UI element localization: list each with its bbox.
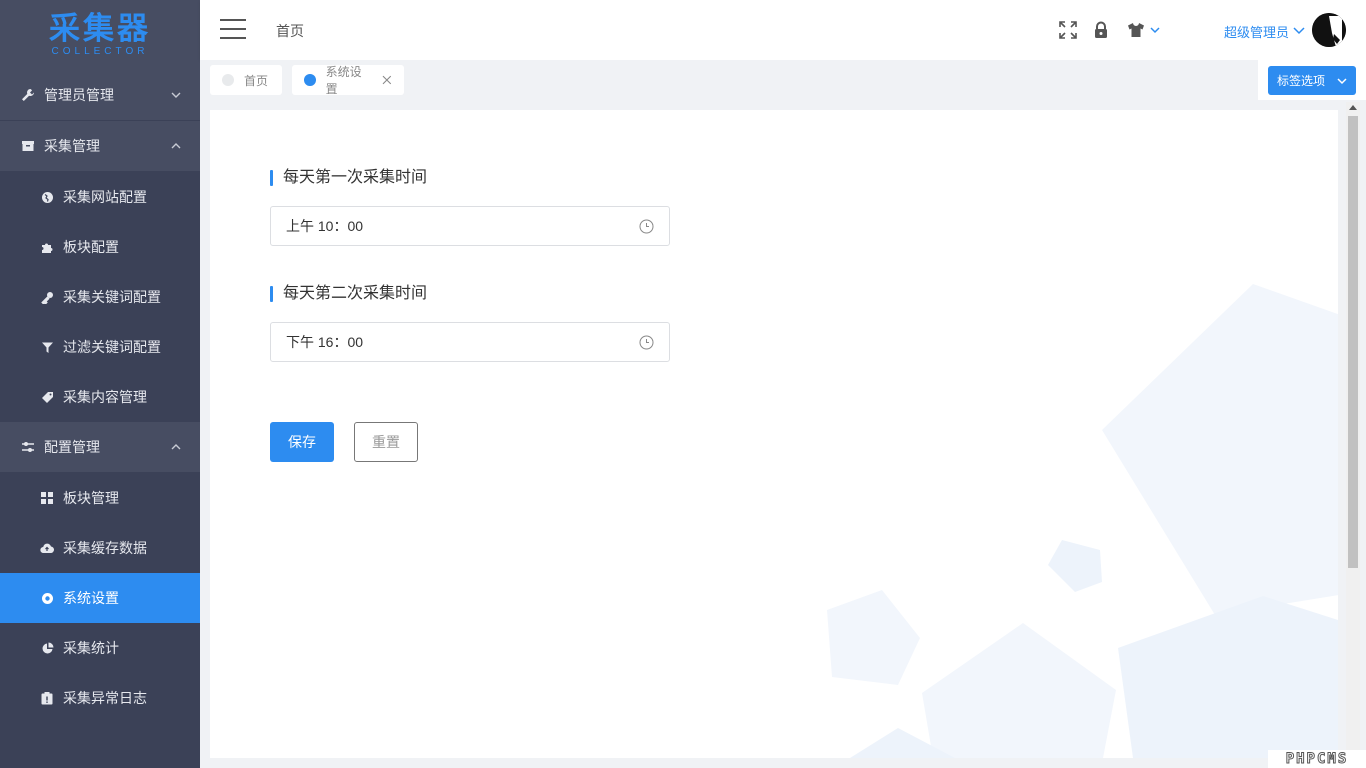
- second-time-picker[interactable]: 下午 16：00: [270, 322, 670, 362]
- sidebar-item-keyword-config[interactable]: 采集关键词配置: [0, 272, 200, 322]
- save-button[interactable]: 保存: [270, 422, 334, 462]
- globe-icon: [40, 190, 54, 204]
- sidebar-item-label: 板块配置: [63, 239, 119, 255]
- sidebar-item-cache-data[interactable]: 采集缓存数据: [0, 523, 200, 573]
- user-name[interactable]: 超级管理员: [1224, 22, 1289, 41]
- chevron-up-icon: [171, 444, 181, 450]
- puzzle-icon: [40, 240, 54, 254]
- page-scrollbar[interactable]: [1346, 102, 1360, 758]
- scrollbar-thumb[interactable]: [1348, 116, 1358, 568]
- sidebar-item-label: 采集关键词配置: [63, 289, 161, 305]
- first-time-picker[interactable]: 上午 10：00: [270, 206, 670, 246]
- logo: 采集器 COLLECTOR: [0, 0, 200, 70]
- sidebar-item-error-log[interactable]: 采集异常日志: [0, 673, 200, 723]
- lock-icon[interactable]: [1090, 19, 1112, 41]
- sidebar-item-label: 采集异常日志: [63, 690, 147, 706]
- sidebar: 采集器 COLLECTOR 管理员管理 采集管理 采集网站配置 板块配置 采集关…: [0, 0, 200, 768]
- sidebar-item-site-config[interactable]: 采集网站配置: [0, 172, 200, 222]
- tab-home[interactable]: 首页: [210, 65, 282, 95]
- menu-group-label: 配置管理: [44, 439, 100, 455]
- tab-label: 首页: [244, 73, 269, 88]
- sidebar-item-section-manage[interactable]: 板块管理: [0, 473, 200, 523]
- tabs-bar: 首页 系统设置 标签选项: [200, 60, 1366, 100]
- avatar[interactable]: [1312, 13, 1346, 47]
- chevron-down-icon: [1337, 78, 1347, 85]
- menu-group-config[interactable]: 配置管理: [0, 422, 200, 473]
- theme-shirt-icon[interactable]: [1125, 19, 1147, 41]
- reset-button[interactable]: 重置: [354, 422, 418, 462]
- main-content: 每天第一次采集时间 上午 10：00 每天第二次采集时间 下午 16：00 保存…: [210, 110, 1338, 758]
- box-icon: [20, 138, 36, 154]
- scroll-up-arrow-icon[interactable]: [1349, 105, 1357, 110]
- logo-title: 采集器: [49, 11, 151, 47]
- second-time-value: 下午 16：00: [286, 334, 364, 350]
- tab-options-label: 标签选项: [1277, 74, 1326, 88]
- sidebar-item-filter-config[interactable]: 过滤关键词配置: [0, 322, 200, 372]
- pie-chart-icon: [40, 641, 54, 655]
- sidebar-item-label: 采集内容管理: [63, 389, 147, 405]
- menu-group-label: 采集管理: [44, 138, 100, 154]
- wrench-icon: [20, 87, 36, 103]
- top-header: 首页 超级管理员: [200, 0, 1366, 60]
- sidebar-item-section-config[interactable]: 板块配置: [0, 222, 200, 272]
- first-time-value: 上午 10：00: [286, 218, 364, 234]
- tab-options-button[interactable]: 标签选项: [1268, 66, 1356, 95]
- fullscreen-icon[interactable]: [1057, 19, 1079, 41]
- settings-icon: [40, 591, 54, 605]
- menu-toggle-icon[interactable]: [220, 19, 246, 41]
- cloud-upload-icon: [40, 541, 54, 555]
- chevron-up-icon: [171, 143, 181, 149]
- watermark: PHPCMS: [1268, 750, 1366, 768]
- chevron-down-icon[interactable]: [1292, 23, 1306, 37]
- menu-group-admin[interactable]: 管理员管理: [0, 70, 200, 121]
- first-time-label: 每天第一次采集时间: [270, 170, 427, 186]
- key-icon: [40, 290, 54, 304]
- second-time-label: 每天第二次采集时间: [270, 286, 427, 302]
- tab-options-wrap: 标签选项: [1258, 60, 1366, 100]
- sidebar-item-label: 采集统计: [63, 640, 119, 656]
- sidebar-item-label: 系统设置: [63, 590, 119, 606]
- clock-icon: [639, 335, 654, 350]
- sidebar-item-system-settings[interactable]: 系统设置: [0, 573, 200, 623]
- sidebar-item-label: 板块管理: [63, 490, 119, 506]
- menu-group-label: 管理员管理: [44, 87, 114, 103]
- menu-group-collect[interactable]: 采集管理: [0, 121, 200, 172]
- filter-icon: [40, 340, 54, 354]
- chevron-down-icon[interactable]: [1148, 19, 1162, 41]
- tag-icon: [40, 390, 54, 404]
- breadcrumb[interactable]: 首页: [276, 21, 304, 41]
- tab-status-dot: [222, 74, 234, 86]
- tab-label: 系统设置: [325, 65, 362, 96]
- sidebar-item-label: 采集网站配置: [63, 189, 147, 205]
- sliders-icon: [20, 439, 36, 455]
- watermark-text: PHPCMS: [1285, 751, 1349, 768]
- logo-subtitle: COLLECTOR: [51, 46, 149, 57]
- close-icon[interactable]: [382, 75, 392, 85]
- sidebar-item-content-manage[interactable]: 采集内容管理: [0, 372, 200, 422]
- sidebar-item-label: 采集缓存数据: [63, 540, 147, 556]
- clock-icon: [639, 219, 654, 234]
- chevron-down-icon: [171, 92, 181, 98]
- tab-system-settings[interactable]: 系统设置: [292, 65, 404, 96]
- tab-status-dot: [304, 74, 316, 86]
- clipboard-icon: [40, 691, 54, 705]
- grid-icon: [40, 491, 54, 505]
- sidebar-item-statistics[interactable]: 采集统计: [0, 623, 200, 673]
- sidebar-item-label: 过滤关键词配置: [63, 339, 161, 355]
